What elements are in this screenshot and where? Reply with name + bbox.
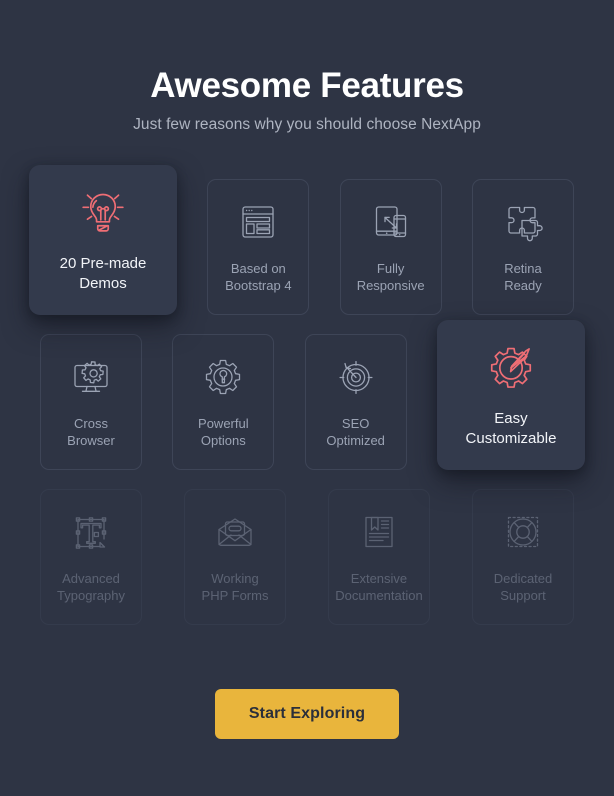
features-section: Awesome Features Just few reasons why yo… xyxy=(0,0,614,796)
feature-card-advanced-typography[interactable]: Advanced Typography xyxy=(40,489,142,626)
feature-row: 20 Pre-made Demos Based on Bootstrap 4 F… xyxy=(29,165,574,322)
feature-card-fully-responsive[interactable]: Fully Responsive xyxy=(339,179,442,316)
feature-card-label: Fully Responsive xyxy=(356,260,425,294)
page-title: Awesome Features xyxy=(150,66,464,105)
layout-window-icon xyxy=(234,198,282,246)
feature-card-label: Extensive Documentation xyxy=(335,570,423,604)
section-header: Awesome Features Just few reasons why yo… xyxy=(0,66,614,134)
page-subtitle: Just few reasons why you should choose N… xyxy=(133,116,481,134)
gear-wrench-icon xyxy=(199,353,247,401)
feature-card-label: Powerful Options xyxy=(198,415,249,449)
feature-card-label: Easy Customizable xyxy=(465,409,557,448)
tablet-phone-icon xyxy=(367,198,415,246)
feature-card-label: Based on Bootstrap 4 xyxy=(225,260,292,294)
feature-card-label: Dedicated Support xyxy=(493,570,553,604)
target-arrow-icon xyxy=(332,353,380,401)
feature-card-working-php-forms[interactable]: Working PHP Forms xyxy=(184,489,286,626)
life-ring-icon xyxy=(499,508,547,556)
gear-pencil-icon xyxy=(483,339,539,395)
monitor-gear-icon xyxy=(67,353,115,401)
feature-card-extensive-documentation[interactable]: Extensive Documentation xyxy=(328,489,430,626)
lightbulb-icon xyxy=(75,184,131,240)
puzzle-pieces-icon xyxy=(499,198,547,246)
start-exploring-button[interactable]: Start Exploring xyxy=(214,689,400,740)
feature-card-cross-browser[interactable]: Cross Browser xyxy=(40,334,142,471)
feature-card-label: Retina Ready xyxy=(504,260,542,294)
feature-card-easy-customizable[interactable]: Easy Customizable xyxy=(436,320,585,471)
feature-card-20-pre-made-demos[interactable]: 20 Pre-made Demos xyxy=(29,165,177,316)
feature-card-label: Cross Browser xyxy=(67,415,115,449)
features-grid: 20 Pre-made Demos Based on Bootstrap 4 F… xyxy=(29,165,585,637)
envelope-open-icon xyxy=(211,508,259,556)
text-transform-icon xyxy=(67,508,115,556)
cta-container: Start Exploring xyxy=(0,689,614,740)
feature-row: Advanced Typography Working PHP Forms Ex… xyxy=(40,482,574,632)
feature-card-retina-ready[interactable]: Retina Ready xyxy=(471,179,574,316)
feature-card-label: Advanced Typography xyxy=(57,570,125,604)
feature-card-based-on-bootstrap-4[interactable]: Based on Bootstrap 4 xyxy=(207,179,310,316)
book-bookmark-icon xyxy=(355,508,403,556)
feature-card-label: Working PHP Forms xyxy=(201,570,269,604)
feature-card-label: SEO Optimized xyxy=(326,415,385,449)
feature-row: Cross Browser Powerful Options SEO Optim… xyxy=(40,320,585,477)
feature-card-dedicated-support[interactable]: Dedicated Support xyxy=(472,489,574,626)
feature-card-powerful-options[interactable]: Powerful Options xyxy=(172,334,275,471)
feature-card-seo-optimized[interactable]: SEO Optimized xyxy=(304,334,407,471)
feature-card-label: 20 Pre-made Demos xyxy=(59,254,147,293)
